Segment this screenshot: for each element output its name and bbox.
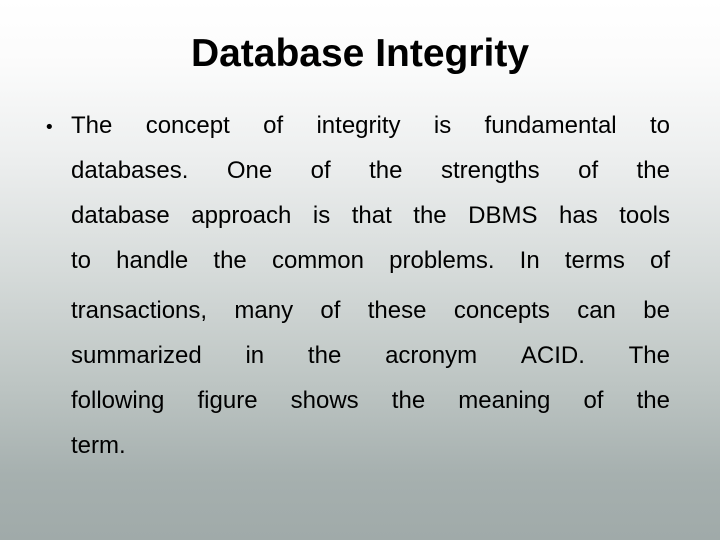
body-word: the	[369, 157, 403, 184]
body-word: databases.	[71, 157, 189, 184]
body-word: to	[71, 247, 92, 274]
body-word: the	[636, 387, 670, 414]
body-word: that	[351, 202, 392, 229]
body-word: to	[649, 112, 670, 139]
body-word: can	[577, 297, 616, 324]
body-word: transactions,	[71, 297, 208, 324]
body-word: in	[245, 342, 265, 369]
body-word: acronym	[385, 342, 478, 369]
body-word: The	[71, 112, 113, 139]
slide: Database Integrity • The concept of integri…	[0, 0, 720, 540]
body-line: The concept of integrity is fundamental to	[71, 112, 670, 142]
body-word: handle	[116, 247, 189, 274]
body-word: these	[367, 297, 427, 324]
body-word: concepts	[453, 297, 550, 324]
bullet-icon: •	[44, 117, 55, 138]
body-word: of	[583, 387, 604, 414]
body-word: The	[628, 342, 670, 369]
body-word: is	[433, 112, 452, 139]
body-word: of	[263, 112, 284, 139]
body-word: many	[234, 297, 294, 324]
body-word: following	[71, 387, 165, 414]
body-line: following figure shows the meaning of the	[71, 387, 670, 417]
body-line: to handle the common problems. In terms of	[71, 247, 670, 277]
body-word: common	[271, 247, 364, 274]
body-word: of	[578, 157, 599, 184]
body-word: concept	[145, 112, 230, 139]
body-line: summarized in the acronym ACID. The	[71, 342, 670, 372]
body-word: shows	[290, 387, 359, 414]
body-word: is	[312, 202, 331, 229]
body-word: of	[649, 247, 670, 274]
body-word: term.	[71, 432, 126, 459]
body-word: has	[559, 202, 598, 229]
body-word: the	[213, 247, 247, 274]
body-line: term.	[71, 432, 670, 462]
body-word: DBMS	[468, 202, 538, 229]
body-word: meaning	[458, 387, 551, 414]
body-word: of	[310, 157, 331, 184]
body-line: transactions, many of these concepts can be	[71, 297, 670, 327]
body-word: summarized	[71, 342, 202, 369]
body-line: database approach is that the DBMS has tools	[71, 202, 670, 232]
body-word: In	[519, 247, 540, 274]
body-word: integrity	[316, 112, 401, 139]
body-word: the	[413, 202, 447, 229]
body-word: fundamental	[484, 112, 617, 139]
body-word: One	[226, 157, 273, 184]
body-word: be	[643, 297, 670, 324]
body-word: the	[391, 387, 426, 414]
body-word: the	[636, 157, 670, 184]
slide-title: Database Integrity	[190, 32, 530, 75]
body-word: ACID.	[520, 342, 585, 369]
body-word: the	[307, 342, 342, 369]
body-word: approach	[191, 202, 292, 229]
body-word: database	[71, 202, 170, 229]
body-word: problems.	[389, 247, 495, 274]
body-line: databases. One of the strengths of the	[71, 157, 670, 187]
body-word: of	[320, 297, 341, 324]
body-word: strengths	[440, 157, 540, 184]
body-word: tools	[619, 202, 670, 229]
body-word: figure	[197, 387, 258, 414]
body-word: terms	[564, 247, 625, 274]
